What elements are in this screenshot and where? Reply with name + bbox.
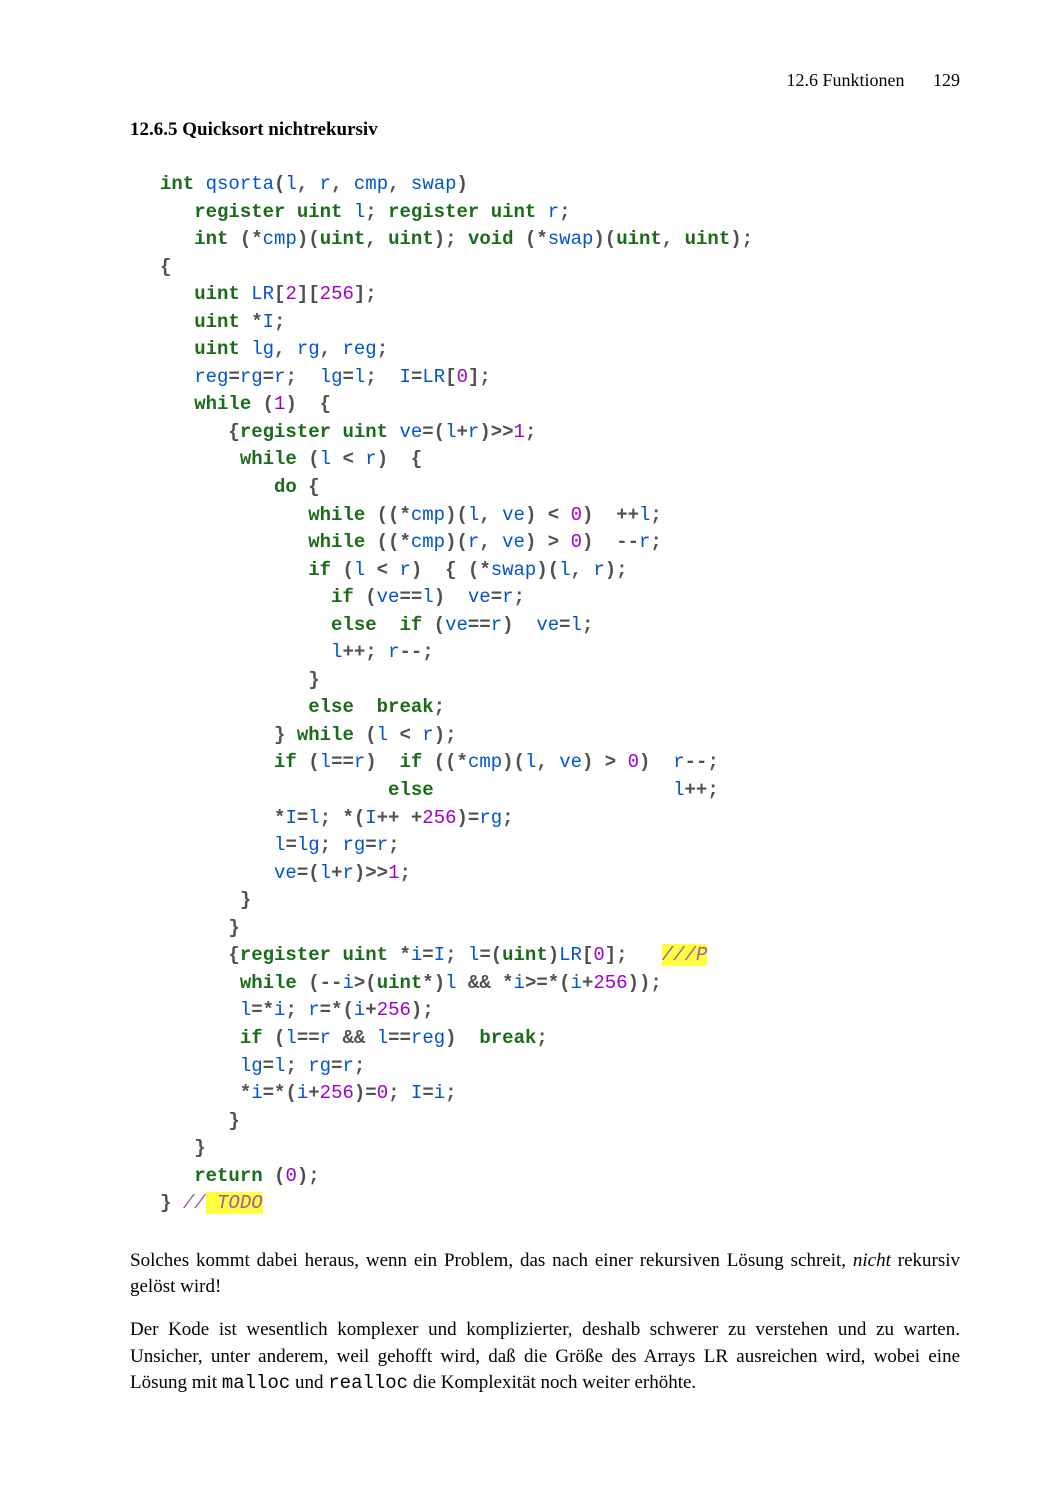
paragraph-1: Solches kommt dabei heraus, wenn ein Pro…	[130, 1248, 960, 1301]
paragraph-2: Der Kode ist wesentlich komplexer und ko…	[130, 1317, 960, 1397]
code-block: int qsorta(l, r, cmp, swap) register uin…	[160, 171, 960, 1218]
highlight-marker: ///P	[662, 944, 708, 966]
page: 12.6 Funktionen 129 12.6.5 Quicksort nic…	[0, 0, 1050, 1500]
page-header: 12.6 Funktionen 129	[130, 70, 960, 91]
highlight-todo: TODO	[206, 1192, 263, 1214]
section-reference: 12.6 Funktionen	[786, 70, 904, 90]
page-number: 129	[933, 70, 960, 90]
section-title: 12.6.5 Quicksort nichtrekursiv	[130, 119, 960, 141]
